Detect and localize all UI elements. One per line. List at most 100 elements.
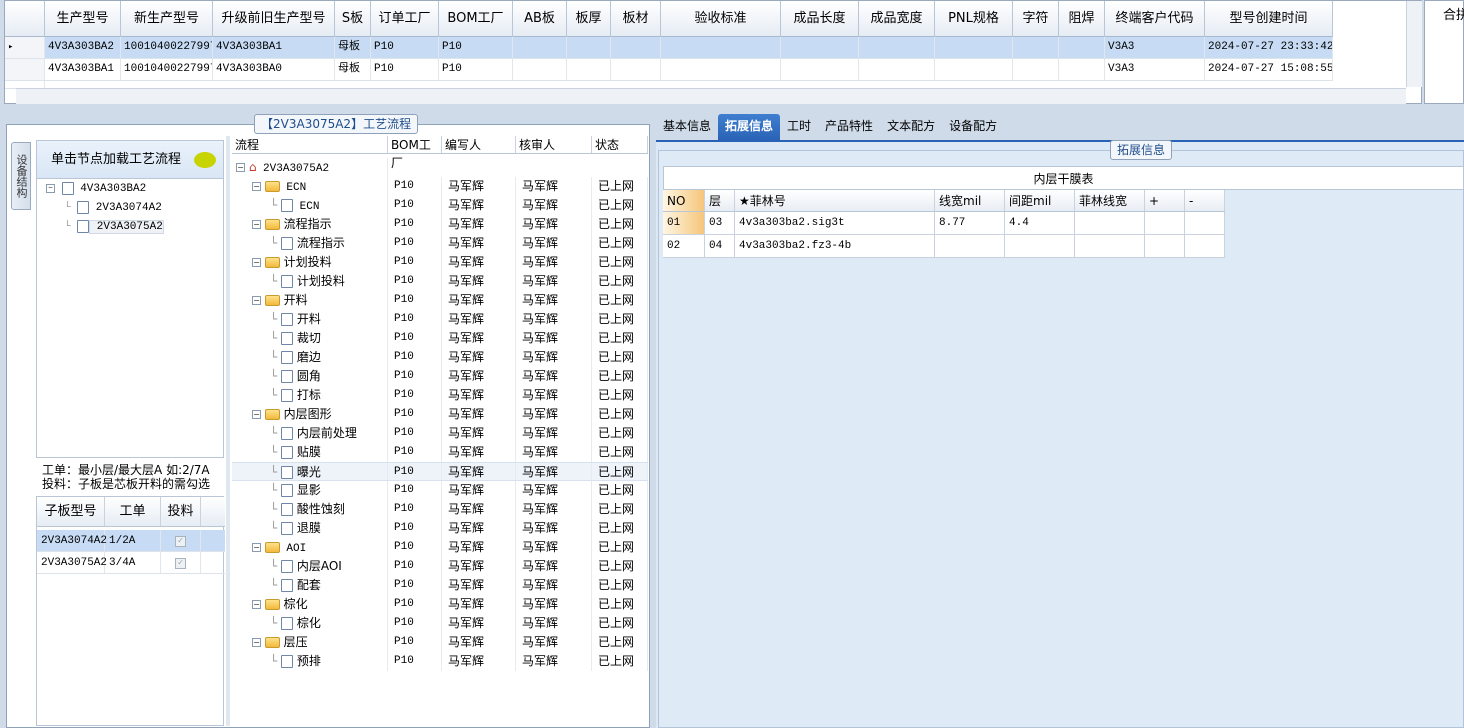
table-cell[interactable] <box>1005 235 1075 257</box>
process-row[interactable]: └ 曝光 P10 马军辉 马军辉 已上网 <box>232 462 648 481</box>
table-cell[interactable] <box>1185 212 1225 234</box>
table-cell[interactable]: 4v3a303ba2.fz3-4b <box>735 235 935 257</box>
process-row[interactable]: └ ECN P10 马军辉 马军辉 已上网 <box>232 196 648 215</box>
table-row[interactable]: 2V3A3074A2 1/2A ✓ <box>37 530 225 552</box>
collapse-icon[interactable]: − <box>252 296 261 305</box>
table-cell[interactable]: 01 <box>663 212 705 234</box>
table-cell[interactable]: 04 <box>705 235 735 257</box>
table-cell[interactable] <box>1185 235 1225 257</box>
process-row[interactable]: └ 内层AOI P10 马军辉 马军辉 已上网 <box>232 557 648 576</box>
table-cell[interactable]: 4.4 <box>1005 212 1075 234</box>
column-header[interactable]: 编写人 <box>442 136 516 153</box>
collapse-icon[interactable]: − <box>252 410 261 419</box>
table-cell[interactable] <box>1145 212 1185 234</box>
table-cell[interactable] <box>1075 212 1145 234</box>
process-row[interactable]: └ 配套 P10 马军辉 马军辉 已上网 <box>232 576 648 595</box>
column-header[interactable]: 层 <box>705 190 735 211</box>
column-header[interactable]: PNL规格 <box>935 1 1013 37</box>
column-header[interactable]: 核审人 <box>516 136 592 153</box>
column-header[interactable]: BOM工厂 <box>388 136 442 170</box>
column-header[interactable]: AB板 <box>513 1 567 37</box>
panel-splitter[interactable] <box>226 136 230 726</box>
column-header[interactable]: + <box>1145 190 1185 211</box>
collapse-icon[interactable]: − <box>252 543 261 552</box>
column-header[interactable]: 投料 <box>161 497 201 526</box>
collapse-icon[interactable]: − <box>236 163 245 172</box>
tree-node[interactable]: − 4V3A303BA2 <box>46 180 222 199</box>
process-row[interactable]: └ 开料 P10 马军辉 马军辉 已上网 <box>232 310 648 329</box>
process-row[interactable]: └ 棕化 P10 马军辉 马军辉 已上网 <box>232 614 648 633</box>
column-header[interactable]: BOM工厂 <box>439 1 513 37</box>
process-row[interactable]: └ 磨边 P10 马军辉 马军辉 已上网 <box>232 348 648 367</box>
collapse-icon[interactable]: − <box>252 600 261 609</box>
process-row[interactable]: − 内层图形 P10 马军辉 马军辉 已上网 <box>232 405 648 424</box>
process-row[interactable]: └ 裁切 P10 马军辉 马军辉 已上网 <box>232 329 648 348</box>
process-row[interactable]: − AOI P10 马军辉 马军辉 已上网 <box>232 538 648 557</box>
column-header[interactable]: NO <box>663 190 705 211</box>
column-header[interactable]: 间距mil <box>1005 190 1075 211</box>
process-row[interactable]: − 开料 P10 马军辉 马军辉 已上网 <box>232 291 648 310</box>
collapse-icon[interactable]: − <box>252 258 261 267</box>
column-header[interactable]: 升级前旧生产型号 <box>213 1 335 37</box>
column-header[interactable]: 线宽mil <box>935 190 1005 211</box>
tree-node[interactable]: └ 2V3A3075A2 <box>46 218 222 237</box>
device-structure-tab[interactable]: 设备结构 <box>11 142 31 210</box>
table-cell[interactable]: 02 <box>663 235 705 257</box>
table-cell[interactable]: 4v3a303ba2.sig3t <box>735 212 935 234</box>
column-header[interactable]: 终端客户代码 <box>1105 1 1205 37</box>
tab-item[interactable]: 基本信息 <box>656 114 718 140</box>
tab-item[interactable]: 设备配方 <box>942 114 1004 140</box>
table-cell[interactable] <box>935 235 1005 257</box>
process-row[interactable]: └ 打标 P10 马军辉 马军辉 已上网 <box>232 386 648 405</box>
feed-checkbox[interactable]: ✓ <box>175 536 186 547</box>
process-row[interactable]: └ 退膜 P10 马军辉 马军辉 已上网 <box>232 519 648 538</box>
column-header[interactable]: 板厚 <box>567 1 611 37</box>
process-row[interactable]: − 计划投料 P10 马军辉 马军辉 已上网 <box>232 253 648 272</box>
process-root-row[interactable]: − ⌂ 2V3A3075A2 <box>232 158 388 177</box>
process-row[interactable]: └ 圆角 P10 马军辉 马军辉 已上网 <box>232 367 648 386</box>
table-row[interactable]: 02 04 4v3a303ba2.fz3-4b <box>663 235 1225 258</box>
model-grid-vertical-scrollbar[interactable] <box>1406 1 1422 87</box>
tree-node[interactable]: └ 2V3A3074A2 <box>46 199 222 218</box>
column-header[interactable]: 成品宽度 <box>859 1 935 37</box>
column-header[interactable]: 生产型号 <box>45 1 121 37</box>
column-header[interactable]: 阻焊 <box>1059 1 1105 37</box>
column-header[interactable]: 订单工厂 <box>371 1 439 37</box>
process-row[interactable]: └ 酸性蚀刻 P10 马军辉 马军辉 已上网 <box>232 500 648 519</box>
collapse-icon[interactable]: − <box>46 183 55 193</box>
table-cell[interactable] <box>1145 235 1185 257</box>
column-header[interactable]: 型号创建时间 <box>1205 1 1333 37</box>
column-header[interactable]: 子板型号 <box>37 497 105 526</box>
process-row[interactable]: └ 显影 P10 马军辉 马军辉 已上网 <box>232 481 648 500</box>
table-cell[interactable]: 03 <box>705 212 735 234</box>
process-row[interactable]: └ 流程指示 P10 马军辉 马军辉 已上网 <box>232 234 648 253</box>
process-row[interactable]: └ 内层前处理 P10 马军辉 马军辉 已上网 <box>232 424 648 443</box>
collapse-icon[interactable]: − <box>252 638 261 647</box>
process-row[interactable]: └ 计划投料 P10 马军辉 马军辉 已上网 <box>232 272 648 291</box>
tab-item[interactable]: 文本配方 <box>880 114 942 140</box>
column-header[interactable]: 菲林线宽 <box>1075 190 1145 211</box>
column-header[interactable]: 工单 <box>105 497 161 526</box>
column-header[interactable]: 字符 <box>1013 1 1059 37</box>
column-header[interactable]: 验收标准 <box>661 1 781 37</box>
table-row[interactable]: 2V3A3075A2 3/4A ✓ <box>37 552 225 574</box>
column-header[interactable]: S板 <box>335 1 371 37</box>
column-header[interactable]: 成品长度 <box>781 1 859 37</box>
table-cell[interactable]: 8.77 <box>935 212 1005 234</box>
process-row[interactable]: └ 贴膜 P10 马军辉 马军辉 已上网 <box>232 443 648 462</box>
process-row[interactable]: └ 预排 P10 马军辉 马军辉 已上网 <box>232 652 648 671</box>
model-grid-horizontal-scrollbar[interactable] <box>16 88 1406 104</box>
table-row[interactable]: ▸ 4V3A303BA2 10010400227997 4V3A303BA1 母板 P10… <box>5 37 1333 59</box>
tab-item[interactable]: 工时 <box>780 114 818 140</box>
process-row[interactable]: − 层压 P10 马军辉 马军辉 已上网 <box>232 633 648 652</box>
column-header[interactable]: 流程 <box>232 136 388 153</box>
column-header[interactable]: - <box>1185 190 1225 211</box>
column-header[interactable]: 新生产型号 <box>121 1 213 37</box>
sub-board-grid[interactable]: 子板型号 工单 投料 2V3A3074A2 1/2A ✓ 2V3A3075A2 3/4A ✓ <box>36 496 225 726</box>
process-flow-grid[interactable]: 流程 BOM工厂 编写人 核审人 状态 − ⌂ 2V3A3075A2− ECN P10 马军… <box>232 136 648 726</box>
tab-item[interactable]: 拓展信息 <box>718 114 781 140</box>
column-header[interactable]: 状态 <box>592 136 648 153</box>
process-row[interactable]: − 棕化 P10 马军辉 马军辉 已上网 <box>232 595 648 614</box>
table-cell[interactable] <box>1075 235 1145 257</box>
column-header[interactable]: ★菲林号 <box>735 190 935 211</box>
